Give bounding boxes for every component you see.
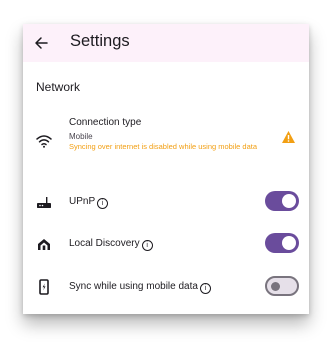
wifi-icon: [36, 135, 52, 148]
setting-label-upnp: UPnP i: [69, 196, 109, 209]
info-icon[interactable]: i: [97, 198, 109, 209]
connection-type-value: Mobile: [69, 132, 93, 141]
connection-warning-text: Syncing over internet is disabled while …: [69, 142, 258, 151]
toggle-thumb: [271, 281, 280, 291]
setting-label-local-discovery: Local Discovery i: [69, 238, 153, 251]
toggle-mobile-data-sync[interactable]: [265, 276, 299, 296]
network-discovery-icon: [38, 239, 50, 250]
info-icon[interactable]: i: [141, 240, 153, 251]
back-button[interactable]: [31, 33, 51, 53]
mobile-data-icon: [39, 279, 49, 295]
section-header-network: Network: [36, 80, 81, 94]
info-icon[interactable]: i: [199, 283, 211, 294]
app-bar: Settings: [23, 24, 309, 62]
arrow-back-icon: [35, 37, 48, 49]
connection-type-title: Connection type: [69, 117, 142, 128]
setting-label-mobile-data-sync: Sync while using mobile data i: [69, 281, 211, 294]
toggle-thumb: [282, 194, 296, 208]
router-icon: [37, 197, 51, 208]
settings-screen: Settings Network Connection type Mobile …: [23, 24, 309, 314]
toggle-thumb: [282, 236, 296, 250]
toggle-local-discovery[interactable]: [265, 233, 299, 253]
toggle-upnp[interactable]: [265, 191, 299, 211]
connection-type-row[interactable]: [23, 110, 309, 170]
page-title: Settings: [70, 32, 130, 50]
warning-icon: [282, 131, 295, 143]
